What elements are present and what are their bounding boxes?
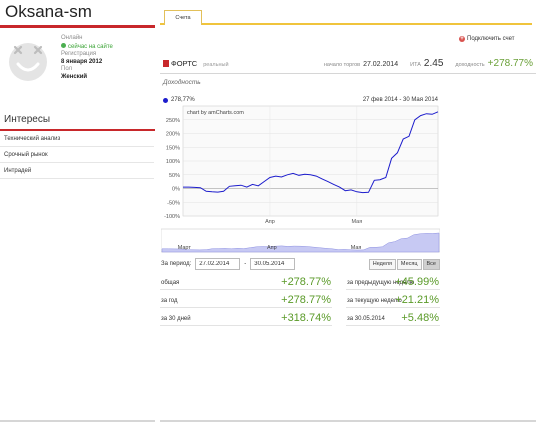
y-tick-label: 100% xyxy=(166,159,180,165)
account-divider xyxy=(160,73,536,74)
period-from-input[interactable] xyxy=(195,258,241,270)
status-label: Онлайн xyxy=(61,35,83,41)
y-tick-label: 0% xyxy=(172,187,180,193)
y-tick-label: 250% xyxy=(166,118,180,124)
period-week-button[interactable]: Неделя xyxy=(368,258,396,270)
navigator-tick-label: Апр xyxy=(267,245,277,251)
connect-account-label: Подключить счет xyxy=(467,36,515,42)
stat-value: +278.77% xyxy=(281,276,331,288)
period-row: За период: - Неделя Месяц Все xyxy=(161,258,440,270)
account-row: ФОРТС реальный начало торгов 27.02.2014 … xyxy=(163,58,533,70)
interest-item-futures[interactable]: Срочный рынок xyxy=(4,152,48,158)
interests-divider xyxy=(0,129,155,131)
navigator-tick-label: Март xyxy=(178,245,192,251)
tab-accounts[interactable]: Счета xyxy=(164,10,202,25)
account-name[interactable]: ФОРТС xyxy=(171,59,197,68)
gender-label: Пол xyxy=(61,66,73,73)
gender-value: Женский xyxy=(61,73,88,80)
y-tick-label: 50% xyxy=(169,173,180,179)
stat-value: +21.21% xyxy=(395,294,439,306)
ita-label: ИТА xyxy=(410,62,421,68)
interests-title: Интересы xyxy=(4,114,51,125)
stat-total: общая +278.77% xyxy=(160,272,332,290)
stat-label: за 30 дней xyxy=(161,316,191,322)
chart-watermark: chart by amCharts.com xyxy=(187,110,244,116)
period-separator: - xyxy=(244,261,247,267)
return-value: +278.77% xyxy=(487,58,533,69)
y-tick-label: 200% xyxy=(166,132,180,138)
period-label: За период: xyxy=(161,261,192,267)
y-tick-label: 150% xyxy=(166,145,180,151)
stat-date: за 30.05.2014 +5.48% xyxy=(346,308,440,326)
stat-current-week: за текущую неделю +21.21% xyxy=(346,290,440,308)
chart-date-range: 27 фев 2014 - 30 Мая 2014 xyxy=(362,97,438,103)
returns-chart[interactable]: 250% 200% 150% 100% 50% 0% -50% -100% Апр Мая char… xyxy=(161,104,440,225)
interest-item-intraday[interactable]: Интрадей xyxy=(4,168,31,174)
y-tick-label: -100% xyxy=(164,214,180,220)
left-footer-rule xyxy=(0,420,155,422)
start-label: начало торгов xyxy=(323,62,361,68)
return-label: доходность xyxy=(455,62,485,68)
stat-year: за год +278.77% xyxy=(160,290,332,308)
start-value: 27.02.2014 xyxy=(363,61,399,68)
interest-divider xyxy=(0,178,154,179)
stat-30-days: за 30 дней +318.74% xyxy=(160,308,332,326)
period-month-button[interactable]: Месяц xyxy=(396,258,422,270)
navigator-tick-label: Мая xyxy=(351,245,362,251)
right-footer-rule xyxy=(160,420,536,422)
reg-label: Регистрация xyxy=(61,51,97,58)
connect-account-button[interactable]: + Подключить счет xyxy=(459,36,515,42)
fortis-icon xyxy=(163,60,169,67)
x-tick-label: Мая xyxy=(352,219,363,225)
period-all-button[interactable]: Все xyxy=(422,258,440,270)
header-divider xyxy=(0,25,155,28)
online-dot-icon xyxy=(61,42,66,48)
tab-bar xyxy=(160,23,532,25)
avatar xyxy=(9,43,47,81)
legend-dot-icon xyxy=(163,97,168,103)
returns-title: Доходность xyxy=(163,79,201,86)
legend-label: 278,77% xyxy=(171,97,195,103)
y-tick-label: -50% xyxy=(167,200,180,206)
stat-value: +5.48% xyxy=(401,312,439,324)
x-tick-label: Апр xyxy=(265,219,275,225)
profile-meta: Онлайн сейчас на сайте Регистрация 8 янв… xyxy=(61,35,113,82)
stat-label: за текущую неделю xyxy=(347,298,402,304)
stat-value: +278.77% xyxy=(281,294,331,306)
chart-navigator[interactable]: Март Апр Мая xyxy=(161,228,440,253)
stat-value: +45.99% xyxy=(395,276,439,288)
online-status-text: сейчас на сайте xyxy=(68,43,113,50)
stat-label: за год xyxy=(161,298,178,304)
username: Oksana-sm xyxy=(5,2,92,21)
interest-item-technical[interactable]: Технический анализ xyxy=(4,136,60,142)
stat-prev-week: за предыдущую неделю +45.99% xyxy=(346,272,440,290)
stat-label: общая xyxy=(161,280,180,286)
stat-value: +318.74% xyxy=(281,312,331,324)
period-to-input[interactable] xyxy=(250,258,296,270)
interest-divider xyxy=(0,146,154,147)
chart-legend[interactable]: 278,77% xyxy=(163,97,195,103)
plus-icon: + xyxy=(459,36,465,42)
interest-divider xyxy=(0,162,154,163)
stat-label: за 30.05.2014 xyxy=(347,316,385,322)
online-status: сейчас на сайте xyxy=(61,42,113,52)
account-type: реальный xyxy=(203,62,229,68)
ita-value: 2.45 xyxy=(423,58,444,69)
reg-date: 8 января 2012 xyxy=(61,58,103,65)
